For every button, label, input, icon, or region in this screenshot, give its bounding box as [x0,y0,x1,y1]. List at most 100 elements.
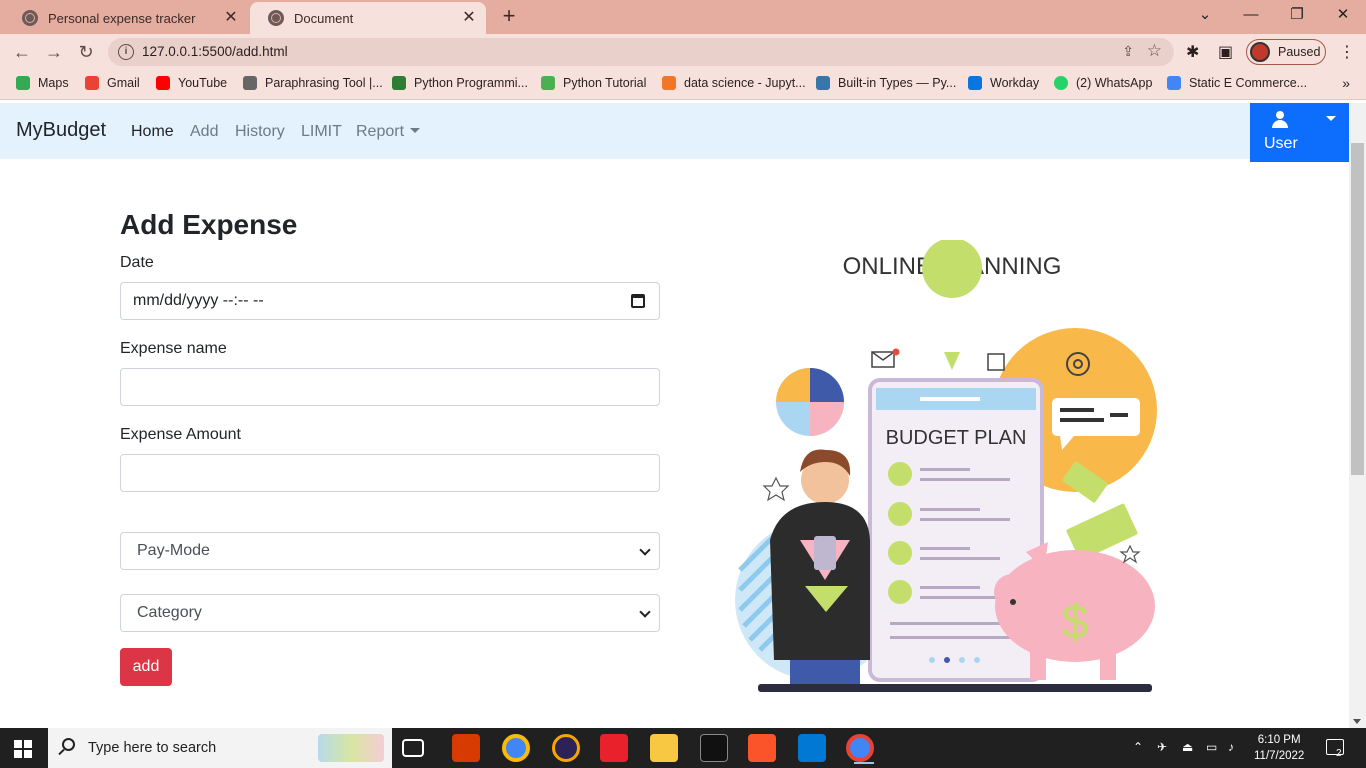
chevron-down-icon [639,606,651,618]
volume-icon[interactable]: ♪ [1228,740,1234,754]
tab-personal-expense-tracker[interactable]: Personal expense tracker ✕ [4,2,248,34]
bookmark-builtin-types[interactable]: Built-in Types — Py... [816,76,956,90]
wps-office-icon[interactable] [600,734,628,762]
nav-limit[interactable]: LIMIT [301,123,342,141]
bookmark-python-tutorial[interactable]: Python Tutorial [541,76,646,90]
tab-title: Document [294,10,354,26]
avatar [1250,42,1270,62]
check-pin-shape [922,240,982,298]
forward-arrow-icon[interactable]: → [42,40,66,64]
close-icon[interactable]: ✕ [222,9,240,27]
date-field[interactable]: mm/dd/yyyy --:-- -- [120,282,660,320]
date-label: Date [120,254,154,271]
chevron-up-icon[interactable]: ⌃ [1133,740,1143,754]
reload-icon[interactable]: ↻ [74,40,98,64]
chrome-icon[interactable] [502,734,530,762]
bookmarks-bar: Maps Gmail YouTube Paraphrasing Tool |..… [0,70,1366,100]
tab-search-chevron-down-icon[interactable]: ⌄ [1182,0,1228,30]
bookmark-maps[interactable]: Maps [16,76,69,90]
bookmark-python-programming[interactable]: Python Programmi... [392,76,528,90]
user-dropdown-button[interactable]: User [1250,103,1349,162]
profile-button[interactable]: Paused [1246,39,1326,65]
star-icon-2 [1119,544,1141,564]
pay-mode-value: Pay-Mode [137,542,210,559]
globe-icon [268,10,284,26]
close-icon[interactable]: ✕ [460,9,478,27]
share-icon[interactable]: ⇪ [1122,43,1134,60]
maps-icon [16,76,30,90]
menu-kebab-icon[interactable]: ⋮ [1339,42,1355,62]
ecommerce-icon [1167,76,1181,90]
profile-status: Paused [1278,45,1321,59]
bookmark-youtube[interactable]: YouTube [156,76,227,90]
user-label: User [1264,135,1298,152]
search-placeholder: Type here to search [88,740,217,756]
workday-icon [968,76,982,90]
extensions-puzzle-icon[interactable]: ✱ [1186,42,1199,62]
office-icon[interactable] [452,734,480,762]
notification-count: 2 [1336,748,1342,759]
chevron-down-icon [639,544,651,556]
clock-time: 6:10 PM [1257,734,1301,746]
address-bar[interactable]: i 127.0.0.1:5500/add.html ⇪ ☆ [108,38,1174,66]
expense-name-label: Expense name [120,340,227,357]
pay-mode-select[interactable]: Pay-Mode [120,532,660,570]
bookmark-whatsapp[interactable]: (2) WhatsApp [1054,76,1152,90]
terminal-icon[interactable] [700,734,728,762]
task-view-icon[interactable] [402,739,424,757]
clock-date: 11/7/2022 [1254,750,1305,762]
python-programming-icon [392,76,406,90]
info-icon[interactable]: i [118,44,134,60]
bookmark-star-icon[interactable]: ☆ [1147,41,1162,61]
vscode-icon[interactable] [798,734,826,762]
search-icon [62,738,75,751]
side-panel-icon[interactable]: ▣ [1218,42,1233,62]
bookmark-workday[interactable]: Workday [968,76,1039,90]
caret-down-icon [410,128,421,133]
bookmark-gmail[interactable]: Gmail [85,76,140,90]
battery-icon[interactable]: ▭ [1206,740,1217,754]
close-window-button[interactable]: ✕ [1320,0,1366,30]
minimize-button[interactable]: — [1228,0,1274,30]
file-explorer-icon[interactable] [650,734,678,762]
page-scrollbar[interactable] [1349,103,1366,728]
gmail-icon [85,76,99,90]
expense-amount-input[interactable] [120,454,660,492]
back-arrow-icon[interactable]: ← [10,40,34,64]
nav-report-dropdown[interactable]: Report [356,123,421,141]
more-bookmarks-icon[interactable]: » [1342,75,1350,91]
expense-name-input[interactable] [120,368,660,406]
nav-history[interactable]: History [235,123,285,141]
tab-title: Personal expense tracker [48,10,196,26]
scroll-down-arrow-icon[interactable] [1353,719,1361,724]
bookmark-jupyter[interactable]: data science - Jupyt... [662,76,806,90]
chrome-profile-icon[interactable] [846,734,874,764]
caret-down-icon [1326,116,1336,121]
budget-plan-title: BUDGET PLAN [886,427,1027,449]
windows-taskbar: Type here to search ⌃ ✈ ⏏ ▭ ♪ 6:10 PM 11… [0,728,1366,768]
scrollbar-thumb[interactable] [1351,143,1364,475]
star-icon [762,476,790,502]
new-tab-button[interactable]: + [498,5,520,27]
category-select[interactable]: Category [120,594,660,632]
ground-line [758,684,1152,692]
python-icon [816,76,830,90]
brave-icon[interactable] [748,734,776,762]
restore-button[interactable]: ❐ [1274,0,1320,30]
expense-amount-label: Expense Amount [120,426,241,443]
search-highlight-icon [318,734,384,762]
clock[interactable]: 6:10 PM 11/7/2022 [1254,732,1304,764]
eclipse-icon[interactable] [552,734,580,762]
tab-document[interactable]: Document ✕ [250,2,486,34]
airplane-icon[interactable]: ✈ [1157,740,1167,754]
usb-icon[interactable]: ⏏ [1182,740,1193,754]
jupyter-icon [662,76,676,90]
nav-home[interactable]: Home [131,123,174,141]
bookmark-static-ecommerce[interactable]: Static E Commerce... [1167,76,1307,90]
windows-start-icon[interactable] [14,740,32,758]
calendar-icon[interactable] [631,294,645,308]
nav-add[interactable]: Add [190,123,218,141]
add-button[interactable]: add [120,648,172,686]
bookmark-paraphrasing[interactable]: Paraphrasing Tool |... [243,76,383,90]
brand-logo[interactable]: MyBudget [16,119,106,142]
